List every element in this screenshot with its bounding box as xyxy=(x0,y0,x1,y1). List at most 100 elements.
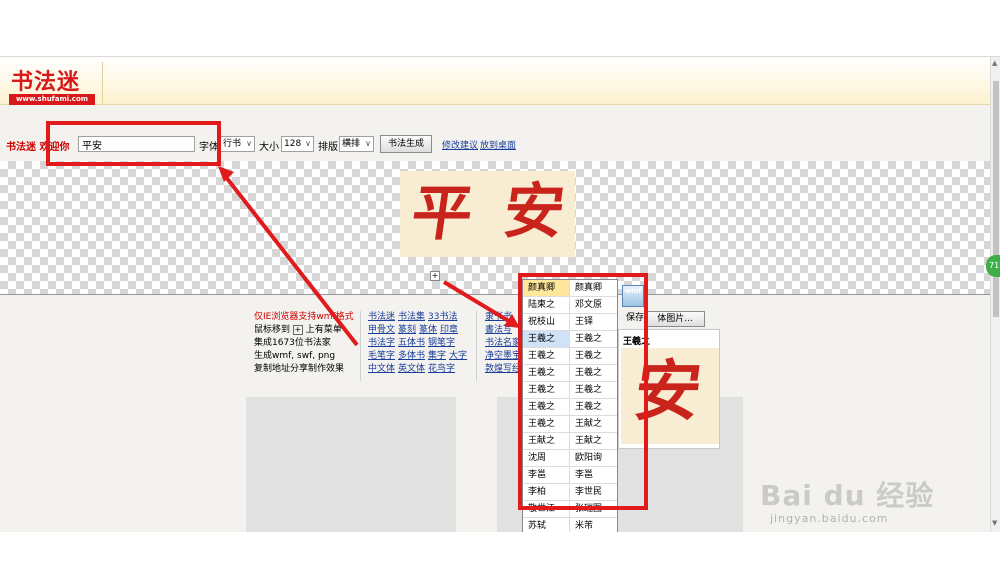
calligrapher-name: 王羲之 xyxy=(623,337,651,347)
dropdown-option[interactable]: 敬世江 xyxy=(523,501,571,517)
dropdown-option[interactable]: 王羲之 xyxy=(570,365,617,381)
calligrapher-preview-panel: 王羲之 安 xyxy=(618,329,720,449)
generate-button[interactable]: 书法生成 xyxy=(380,135,432,153)
dropdown-row[interactable]: 敬世江 张瑞图 xyxy=(523,501,617,518)
dropdown-option[interactable]: 王羲之 xyxy=(570,399,617,415)
scroll-thumb[interactable] xyxy=(993,81,999,317)
link-row: 甲骨文 篆刻 篆体 印章 xyxy=(368,324,488,337)
nav-link[interactable]: 毛笔字 xyxy=(368,351,395,361)
dropdown-row[interactable]: 沈周 欧阳询 xyxy=(523,450,617,467)
nav-link[interactable]: 書法写 xyxy=(485,325,512,335)
expand-icon[interactable]: + xyxy=(430,271,440,281)
dropdown-option[interactable]: 王献之 xyxy=(523,433,571,449)
nav-link[interactable]: 花鸟字 xyxy=(428,364,455,374)
preview-area: 平 安 + xyxy=(0,161,990,295)
nav-link[interactable]: 敦煌写经 xyxy=(485,364,521,374)
watermark-url: jingyan.baidu.com xyxy=(770,512,889,525)
nav-link[interactable]: 隶书书 xyxy=(485,312,512,322)
image-button[interactable]: 体图片... xyxy=(645,311,705,327)
dropdown-row[interactable]: 王羲之 王羲之 xyxy=(523,365,617,382)
dropdown-option[interactable]: 王羲之 xyxy=(570,382,617,398)
nav-link[interactable]: 钢笔字 xyxy=(428,338,455,348)
dropdown-option[interactable]: 王羲之 xyxy=(523,416,571,432)
nav-link[interactable]: 英文体 xyxy=(398,364,425,374)
dropdown-option[interactable]: 王献之 xyxy=(570,433,617,449)
nav-link[interactable]: 印章 xyxy=(440,325,458,335)
dropdown-row[interactable]: 王羲之 王羲之 xyxy=(523,399,617,416)
dropdown-option[interactable]: 王献之 xyxy=(570,416,617,432)
dropdown-option[interactable]: 李柏 xyxy=(523,484,571,500)
dropdown-option[interactable]: 颜真卿 xyxy=(523,280,571,296)
wmf-file-icon[interactable]: wmf xyxy=(622,285,644,307)
hover-hint: 鼠标移到 + 上有菜单 xyxy=(254,324,342,335)
watermark-brand: Bai du 经验 xyxy=(760,479,935,512)
dropdown-option[interactable]: 王羲之 xyxy=(523,365,571,381)
dropdown-option[interactable]: 沈周 xyxy=(523,450,571,466)
vertical-scrollbar[interactable]: ▲ ▼ xyxy=(990,57,1000,532)
nav-link[interactable]: 33书法 xyxy=(428,312,457,322)
dropdown-option[interactable]: 张瑞图 xyxy=(570,501,617,517)
nav-link[interactable]: 五体书 xyxy=(398,338,425,348)
nav-link[interactable]: 篆体 xyxy=(419,325,437,335)
scroll-down-icon[interactable]: ▼ xyxy=(992,519,997,527)
dropdown-row[interactable]: 王羲之 王羲之 xyxy=(523,382,617,399)
scroll-up-icon[interactable]: ▲ xyxy=(992,59,997,67)
dropdown-option[interactable]: 李邕 xyxy=(570,467,617,483)
dropdown-row[interactable]: 王羲之 王献之 xyxy=(523,416,617,433)
dropdown-option[interactable]: 王铎 xyxy=(570,314,617,330)
dropdown-option[interactable]: 王羲之 xyxy=(523,331,571,347)
calligrapher-dropdown[interactable]: 颜真卿 颜真卿 陆柬之 邓文原 祝枝山 王铎 王羲之 王羲之 王羲之 王羲之 王羲之 王羲之 王羲之 王羲… xyxy=(522,279,618,532)
nav-link[interactable]: 书法迷 xyxy=(368,312,395,322)
dropdown-option[interactable]: 王羲之 xyxy=(523,382,571,398)
font-select[interactable]: 行书 ∨ xyxy=(220,136,255,152)
dropdown-row[interactable]: 王羲之 王羲之 xyxy=(523,348,617,365)
dropdown-row[interactable]: 陆柬之 邓文原 xyxy=(523,297,617,314)
dropdown-row[interactable]: 王献之 王献之 xyxy=(523,433,617,450)
dropdown-option[interactable]: 王羲之 xyxy=(570,348,617,364)
dropdown-row[interactable]: 李邕 李邕 xyxy=(523,467,617,484)
nav-link[interactable]: 净空墨宝 xyxy=(485,351,521,361)
desktop-link[interactable]: 放到桌面 xyxy=(480,138,516,151)
size-select[interactable]: 128 ∨ xyxy=(281,136,314,152)
save-label[interactable]: 保存 xyxy=(626,310,644,323)
nav-link[interactable]: 篆刻 xyxy=(398,325,416,335)
nav-link[interactable]: 书法字 xyxy=(368,338,395,348)
site-logo[interactable]: 书法迷 www.shufami.com xyxy=(7,62,103,105)
dropdown-option[interactable]: 陆柬之 xyxy=(523,297,571,313)
nav-link[interactable]: 中文体 xyxy=(368,364,395,374)
text-input[interactable] xyxy=(78,136,195,152)
dropdown-option[interactable]: 苏轼 xyxy=(523,518,571,532)
dropdown-option[interactable]: 李世民 xyxy=(570,484,617,500)
dropdown-option[interactable]: 祝枝山 xyxy=(523,314,571,330)
dropdown-row[interactable]: 祝枝山 王铎 xyxy=(523,314,617,331)
dropdown-row[interactable]: 王羲之 王羲之 xyxy=(523,331,617,348)
nav-link[interactable]: 书法名家 xyxy=(485,338,521,348)
size-label: 大小 xyxy=(259,142,279,153)
chevron-down-icon: ∨ xyxy=(246,139,252,148)
suggest-link[interactable]: 修改建议 xyxy=(442,138,478,151)
dropdown-row[interactable]: 颜真卿 颜真卿 xyxy=(523,280,617,297)
chevron-down-icon: ∨ xyxy=(365,139,371,148)
dropdown-row[interactable]: 李柏 李世民 xyxy=(523,484,617,501)
dropdown-option[interactable]: 李邕 xyxy=(523,467,571,483)
nav-link[interactable]: 多体书 xyxy=(398,351,425,361)
dropdown-option[interactable]: 邓文原 xyxy=(570,297,617,313)
nav-link[interactable]: 书法集 xyxy=(398,312,425,322)
nav-link[interactable]: 集字 xyxy=(428,351,446,361)
dropdown-option[interactable]: 王羲之 xyxy=(523,399,571,415)
layout-select-value: 横排 xyxy=(342,139,361,149)
layout-select[interactable]: 横排 ∨ xyxy=(339,136,374,152)
dropdown-option[interactable]: 王羲之 xyxy=(523,348,571,364)
nav-link[interactable]: 甲骨文 xyxy=(368,325,395,335)
dropdown-option[interactable]: 颜真卿 xyxy=(570,280,617,296)
link-row: 中文体 英文体 花鸟字 xyxy=(368,363,488,376)
sample-char: 安 xyxy=(629,352,707,430)
floating-badge[interactable]: 71 xyxy=(986,255,1000,277)
dropdown-option[interactable]: 欧阳询 xyxy=(570,450,617,466)
dropdown-row[interactable]: 苏轼 米芾 xyxy=(523,518,617,532)
dropdown-option[interactable]: 王羲之 xyxy=(570,331,617,347)
ie-notice: 仅IE浏览器支持wmf格式 xyxy=(254,312,354,322)
dropdown-option[interactable]: 米芾 xyxy=(570,518,617,532)
calligraphy-preview[interactable]: 平 安 xyxy=(400,171,575,257)
nav-link[interactable]: 大字 xyxy=(449,351,467,361)
